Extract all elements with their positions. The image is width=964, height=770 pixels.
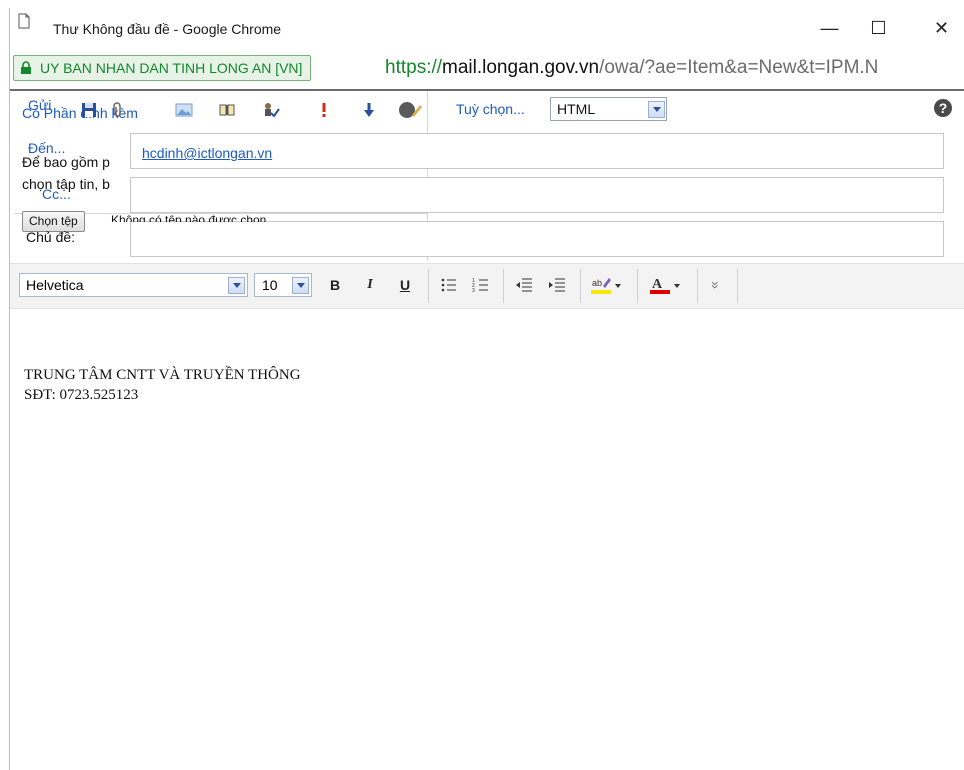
svg-text:3: 3 — [472, 288, 475, 294]
underline-button[interactable]: U — [394, 274, 416, 296]
lock-icon — [21, 61, 31, 74]
to-recipient[interactable]: hcdinh@ictlongan.vn — [142, 145, 272, 161]
cc-field[interactable] — [130, 177, 944, 213]
highlight-color-icon[interactable]: ab — [589, 274, 623, 296]
font-size-select[interactable]: 10 — [254, 273, 312, 297]
chevron-down-icon — [228, 277, 245, 294]
low-importance-icon[interactable] — [360, 101, 378, 119]
chevron-down-icon — [648, 101, 665, 118]
bold-button[interactable]: B — [324, 274, 346, 296]
svg-text:ab: ab — [592, 278, 602, 288]
page-icon — [18, 13, 30, 29]
options-link[interactable]: Tuỳ chọn... — [456, 101, 525, 117]
font-family-value: Helvetica — [26, 277, 84, 293]
minimize-button[interactable]: — — [807, 8, 852, 48]
toolbar-separator — [737, 269, 738, 303]
close-button[interactable]: ✕ — [919, 8, 964, 48]
check-names-icon[interactable] — [262, 101, 280, 119]
high-importance-icon[interactable] — [315, 101, 333, 119]
font-color-icon[interactable]: A — [648, 274, 682, 296]
more-options-button[interactable]: » — [705, 274, 727, 296]
help-icon[interactable]: ? — [934, 99, 952, 117]
url-scheme: https:// — [385, 57, 443, 78]
url-path: /owa/?ae=Item&a=New&t=IPM.N — [599, 57, 879, 78]
message-format-select[interactable]: HTML — [550, 97, 667, 121]
numbered-list-icon[interactable]: 123 — [470, 274, 492, 296]
bullet-list-icon[interactable] — [438, 274, 460, 296]
url-text[interactable]: https://mail.longan.gov.vn/owa/?ae=Item&… — [385, 57, 878, 79]
save-icon[interactable] — [80, 101, 98, 119]
decrease-indent-icon[interactable] — [513, 274, 535, 296]
svg-text:A: A — [652, 277, 663, 292]
url-host: mail.longan.gov.vn — [442, 57, 600, 78]
italic-button[interactable]: I — [359, 274, 381, 296]
toolbar-separator — [503, 269, 504, 303]
toolbar-separator — [580, 269, 581, 303]
attachment-instructions-line1: Để bao gồm p — [22, 154, 110, 170]
chevron-down-icon — [292, 277, 309, 294]
maximize-button[interactable]: ☐ — [856, 8, 901, 48]
no-file-chosen-text: Không có tệp nào được chọn — [111, 213, 267, 222]
signature-line-2: SĐT: 0723.525123 — [24, 387, 139, 403]
subject-label: Chủ đề: — [26, 229, 76, 245]
insert-image-icon[interactable] — [175, 101, 193, 119]
toolbar-separator — [637, 269, 638, 303]
font-size-value: 10 — [262, 277, 278, 293]
ev-certificate-badge[interactable]: UY BAN NHAN DAN TINH LONG AN [VN] — [13, 55, 312, 81]
message-format-value: HTML — [557, 101, 596, 117]
window-title: Thư Không đầu đề - Google Chrome — [53, 21, 282, 37]
signature-line-1: TRUNG TÂM CNTT VÀ TRUYỀN THÔNG — [24, 367, 301, 383]
font-family-select[interactable]: Helvetica — [19, 273, 248, 297]
toolbar-separator — [697, 269, 698, 303]
address-book-icon[interactable] — [218, 101, 236, 119]
sensitivity-icon[interactable] — [398, 101, 424, 119]
increase-indent-icon[interactable] — [546, 274, 568, 296]
subject-field[interactable] — [130, 221, 944, 257]
window-left-margin — [0, 0, 9, 770]
attachment-instructions-line2: chọn tập tin, b — [22, 176, 110, 192]
paperclip-icon[interactable] — [108, 101, 126, 119]
toolbar-separator — [428, 269, 429, 303]
